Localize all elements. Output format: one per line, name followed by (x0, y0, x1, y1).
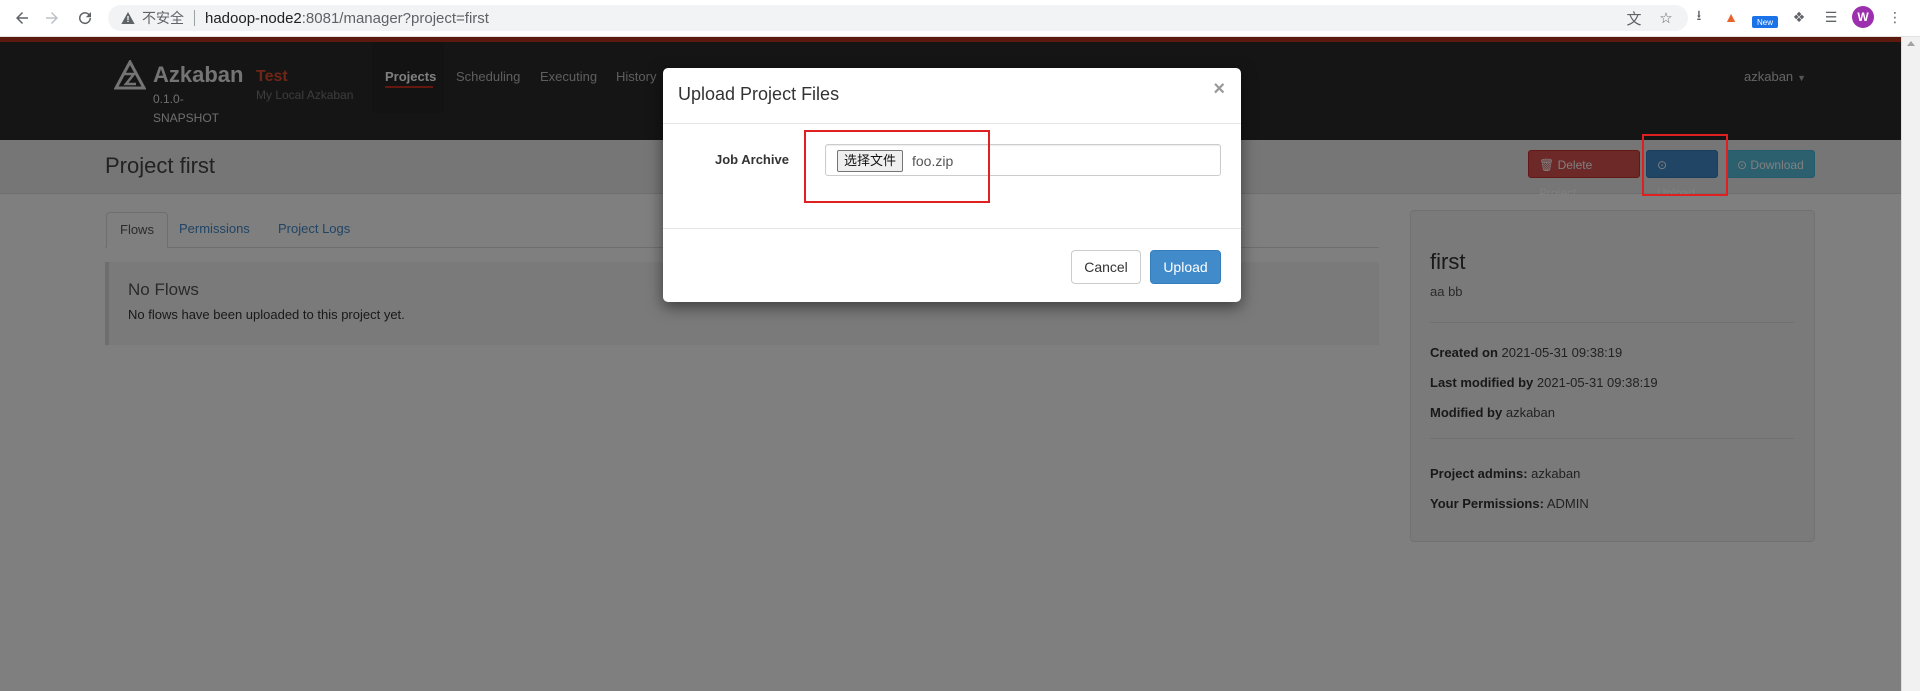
back-arrow-icon[interactable] (10, 6, 34, 30)
reload-icon[interactable] (73, 6, 97, 30)
highlight-box-upload-button (1642, 134, 1728, 196)
page-scrollbar[interactable] (1901, 37, 1920, 691)
profile-avatar[interactable]: W (1852, 6, 1874, 28)
upload-submit-button[interactable]: Upload (1150, 250, 1221, 284)
browser-toolbar: 不安全 hadoop-node2:8081/manager?project=fi… (0, 0, 1920, 37)
modal-header: Upload Project Files × (663, 68, 1241, 124)
new-extension-badge[interactable]: New (1752, 16, 1778, 28)
close-icon[interactable]: × (1213, 78, 1225, 101)
address-bar[interactable]: 不安全 hadoop-node2:8081/manager?project=fi… (108, 5, 1688, 31)
modal-footer: Cancel Upload (663, 228, 1241, 303)
bookmark-star-icon[interactable]: ☆ (1656, 8, 1676, 28)
scroll-up-arrow-icon[interactable] (1907, 41, 1915, 46)
modal-title: Upload Project Files (678, 84, 840, 104)
url-host: hadoop-node2 (205, 9, 302, 27)
download-extension-icon[interactable]: ⭳ (1688, 6, 1710, 28)
job-archive-label: Job Archive (715, 152, 789, 167)
forward-arrow-icon[interactable] (40, 6, 64, 30)
insecure-label: 不安全 (142, 10, 184, 26)
omnibox-divider (194, 10, 195, 26)
warning-icon (121, 12, 135, 24)
reading-list-icon[interactable]: ☰ (1820, 6, 1842, 28)
translate-icon[interactable]: 文 (1624, 8, 1644, 28)
extension-tree-icon[interactable]: ▲ (1720, 6, 1742, 28)
menu-kebab-icon[interactable]: ⋮ (1884, 6, 1906, 28)
cancel-button[interactable]: Cancel (1071, 250, 1141, 284)
url-path: :8081/manager?project=first (301, 9, 489, 27)
highlight-box-file-input (804, 130, 990, 203)
puzzle-extensions-icon[interactable]: ❖ (1788, 6, 1810, 28)
